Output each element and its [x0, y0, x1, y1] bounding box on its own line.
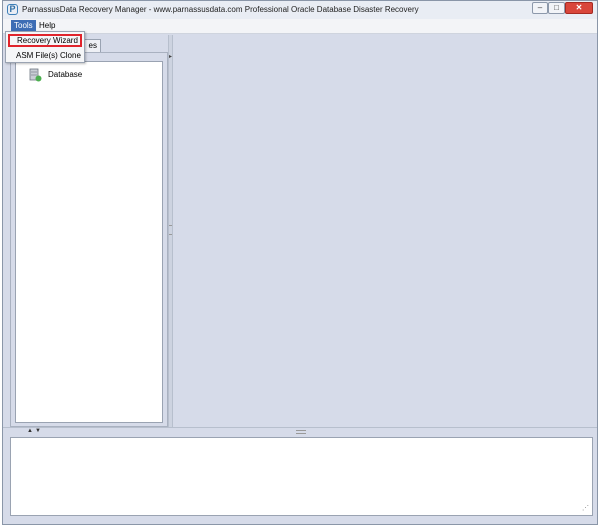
splitter-grip-icon — [296, 430, 306, 434]
minimize-button[interactable]: – — [532, 2, 548, 14]
menu-bar: Tools Help — [3, 19, 597, 34]
app-window: P ParnassusData Recovery Manager - www.p… — [2, 0, 598, 525]
database-icon — [29, 68, 42, 82]
left-panel: Database — [10, 52, 168, 427]
horizontal-splitter[interactable]: ▲▼ — [3, 427, 597, 435]
splitter-grip-icon — [169, 225, 172, 235]
database-tree[interactable]: Database — [15, 61, 163, 423]
maximize-button[interactable]: □ — [548, 2, 565, 14]
tree-item-database[interactable]: Database — [48, 70, 82, 79]
window-title: ParnassusData Recovery Manager - www.par… — [22, 5, 419, 14]
title-bar: P ParnassusData Recovery Manager - www.p… — [3, 1, 597, 20]
app-logo-icon: P — [7, 4, 18, 15]
tools-dropdown-menu: Recovery Wizard ASM File(s) Clone — [5, 31, 85, 63]
close-button[interactable]: ✕ — [565, 2, 593, 14]
vertical-splitter[interactable]: ▸ — [168, 35, 173, 427]
resize-grip-icon[interactable]: ⋰ — [582, 504, 589, 512]
splitter-arrows-icon[interactable]: ▲▼ — [27, 428, 43, 434]
menu-item-asm-file-clone[interactable]: ASM File(s) Clone — [6, 49, 81, 62]
main-content-pane — [174, 35, 597, 427]
menu-item-recovery-wizard[interactable]: Recovery Wizard — [8, 34, 82, 47]
splitter-arrow-icon[interactable]: ▸ — [169, 53, 172, 60]
output-pane: ⋰ — [10, 437, 593, 516]
